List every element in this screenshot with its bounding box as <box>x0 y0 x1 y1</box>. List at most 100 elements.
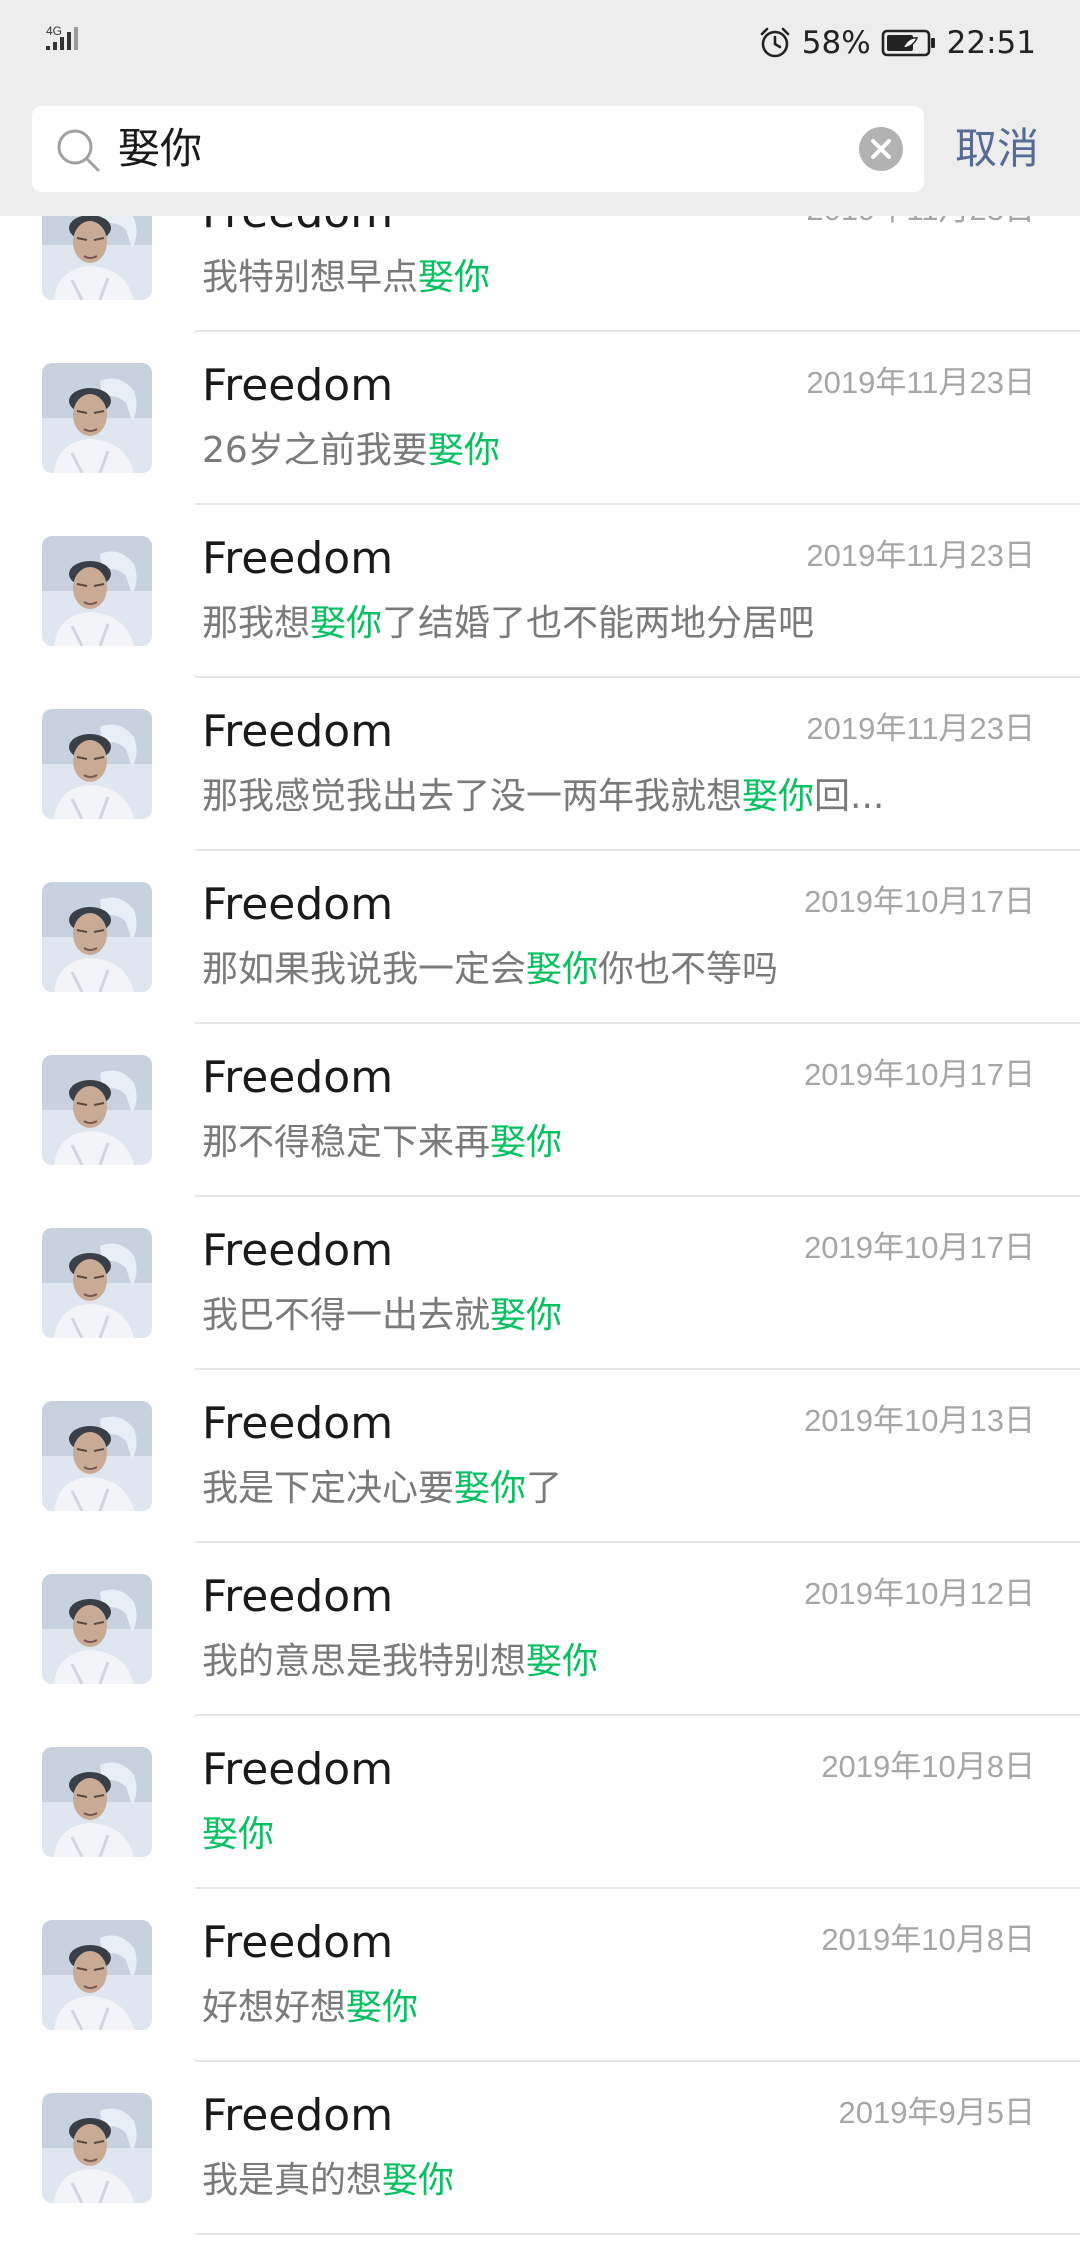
contact-name: Freedom <box>202 2090 394 2141</box>
avatar <box>42 1747 152 1857</box>
network-type-label: 4G <box>46 24 62 38</box>
avatar-photo <box>42 1747 152 1857</box>
snippet-before: 那如果我说我一定会 <box>202 949 527 990</box>
battery-percent: 58% <box>801 25 871 61</box>
avatar <box>42 882 152 992</box>
message-snippet: 那不得稳定下来再娶你 <box>202 1117 562 1169</box>
snippet-before: 那我想 <box>202 603 311 644</box>
list-item[interactable]: Freedom 2019年11月23日 那我感觉我出去了没一两年我就想娶你回..… <box>0 678 1080 851</box>
search-input[interactable]: 娶你 <box>32 106 924 192</box>
divider <box>195 2233 1080 2235</box>
contact-name: Freedom <box>202 1571 394 1622</box>
message-snippet: 26岁之前我要娶你 <box>202 425 500 477</box>
snippet-match: 娶你 <box>427 430 500 471</box>
avatar <box>42 216 152 300</box>
avatar <box>42 709 152 819</box>
avatar-photo <box>42 216 152 300</box>
result-list: Freedom 2019年11月23日 我特别想早点娶你 Freedom 201… <box>0 216 1080 2235</box>
avatar-photo <box>42 709 152 819</box>
message-snippet: 我是真的想娶你 <box>202 2155 454 2207</box>
message-snippet: 那我感觉我出去了没一两年我就想娶你回... <box>202 771 884 823</box>
avatar-photo <box>42 1055 152 1165</box>
contact-name: Freedom <box>202 706 394 757</box>
avatar <box>42 2093 152 2203</box>
battery-icon <box>881 29 935 57</box>
message-date: 2019年11月23日 <box>806 711 1035 746</box>
list-item[interactable]: Freedom 2019年10月12日 我的意思是我特别想娶你 <box>0 1543 1080 1716</box>
avatar <box>42 1228 152 1338</box>
avatar-photo <box>42 1920 152 2030</box>
list-item[interactable]: Freedom 2019年10月8日 娶你 <box>0 1716 1080 1889</box>
snippet-after: 回... <box>814 776 885 817</box>
avatar <box>42 363 152 473</box>
message-date: 2019年10月8日 <box>821 1749 1035 1784</box>
avatar <box>42 536 152 646</box>
message-snippet: 我特别想早点娶你 <box>202 252 490 304</box>
list-item[interactable]: Freedom 2019年10月17日 那不得稳定下来再娶你 <box>0 1024 1080 1197</box>
snippet-before: 我的意思是我特别想 <box>202 1641 527 1682</box>
avatar-photo <box>42 882 152 992</box>
snippet-before: 我特别想早点 <box>202 257 419 298</box>
list-item[interactable]: Freedom 2019年11月23日 那我想娶你了结婚了也不能两地分居吧 <box>0 505 1080 678</box>
avatar <box>42 1920 152 2030</box>
avatar-photo <box>42 536 152 646</box>
message-date: 2019年11月23日 <box>806 538 1035 573</box>
status-bar: 4G 58% 22:51 <box>0 0 1080 86</box>
contact-name: Freedom <box>202 360 394 411</box>
message-date: 2019年10月17日 <box>804 1230 1035 1265</box>
list-item[interactable]: Freedom 2019年10月17日 那如果我说我一定会娶你你也不等吗 <box>0 851 1080 1024</box>
avatar-photo <box>42 1401 152 1511</box>
list-item[interactable]: Freedom 2019年10月13日 我是下定决心要娶你了 <box>0 1370 1080 1543</box>
message-date: 2019年10月17日 <box>804 884 1035 919</box>
message-snippet: 娶你 <box>202 1809 274 1861</box>
avatar-photo <box>42 2093 152 2203</box>
avatar <box>42 1401 152 1511</box>
snippet-match: 娶你 <box>454 1468 527 1509</box>
list-item[interactable]: Freedom 2019年10月17日 我巴不得一出去就娶你 <box>0 1197 1080 1370</box>
message-snippet: 那如果我说我一定会娶你你也不等吗 <box>202 944 778 996</box>
message-snippet: 我是下定决心要娶你了 <box>202 1463 562 1515</box>
search-header: 娶你 取消 <box>0 86 1080 216</box>
contact-name: Freedom <box>202 1917 394 1968</box>
contact-name: Freedom <box>202 533 394 584</box>
list-item[interactable]: Freedom 2019年10月8日 好想好想娶你 <box>0 1889 1080 2062</box>
snippet-before: 我是真的想 <box>202 2160 383 2201</box>
contact-name: Freedom <box>202 216 393 243</box>
search-icon <box>57 129 100 172</box>
list-item[interactable]: Freedom 2019年9月5日 我是真的想娶你 <box>0 2062 1080 2235</box>
search-query-text[interactable]: 娶你 <box>118 106 202 192</box>
list-item[interactable]: Freedom 2019年11月23日 26岁之前我要娶你 <box>0 332 1080 505</box>
search-results: Freedom 2019年11月23日 我特别想早点娶你 Freedom 201… <box>0 216 1080 2244</box>
contact-name: Freedom <box>202 1744 394 1795</box>
snippet-after: 你也不等吗 <box>598 949 779 990</box>
snippet-before: 好想好想 <box>202 1987 347 2028</box>
snippet-before: 我巴不得一出去就 <box>202 1295 491 1336</box>
alarm-icon <box>760 27 790 58</box>
clock-time: 22:51 <box>946 25 1036 61</box>
contact-name: Freedom <box>202 1398 394 1449</box>
avatar-photo <box>42 1574 152 1684</box>
snippet-match: 娶你 <box>490 1295 563 1336</box>
snippet-match: 娶你 <box>742 776 815 817</box>
message-date: 2019年11月23日 <box>806 365 1035 400</box>
snippet-before: 我是下定决心要 <box>202 1468 455 1509</box>
avatar-photo <box>42 1228 152 1338</box>
snippet-match: 娶你 <box>526 949 599 990</box>
message-date: 2019年10月12日 <box>804 1576 1035 1611</box>
list-item[interactable]: Freedom 2019年11月23日 我特别想早点娶你 <box>0 216 1080 332</box>
cancel-button[interactable]: 取消 <box>955 106 1039 192</box>
message-snippet: 我的意思是我特别想娶你 <box>202 1636 598 1688</box>
snippet-before: 26岁之前我要 <box>202 430 428 471</box>
message-date: 2019年10月8日 <box>821 1922 1035 1957</box>
snippet-before: 那我感觉我出去了没一两年我就想 <box>202 776 743 817</box>
snippet-match: 娶你 <box>310 603 383 644</box>
message-snippet: 那我想娶你了结婚了也不能两地分居吧 <box>202 598 814 650</box>
clear-icon[interactable] <box>858 126 904 172</box>
snippet-match: 娶你 <box>346 1987 419 2028</box>
message-date: 2019年9月5日 <box>838 2095 1035 2130</box>
contact-name: Freedom <box>202 1052 394 1103</box>
avatar-photo <box>42 363 152 473</box>
snippet-before: 那不得稳定下来再 <box>202 1122 491 1163</box>
message-snippet: 好想好想娶你 <box>202 1982 418 2034</box>
message-date: 2019年10月13日 <box>804 1403 1035 1438</box>
